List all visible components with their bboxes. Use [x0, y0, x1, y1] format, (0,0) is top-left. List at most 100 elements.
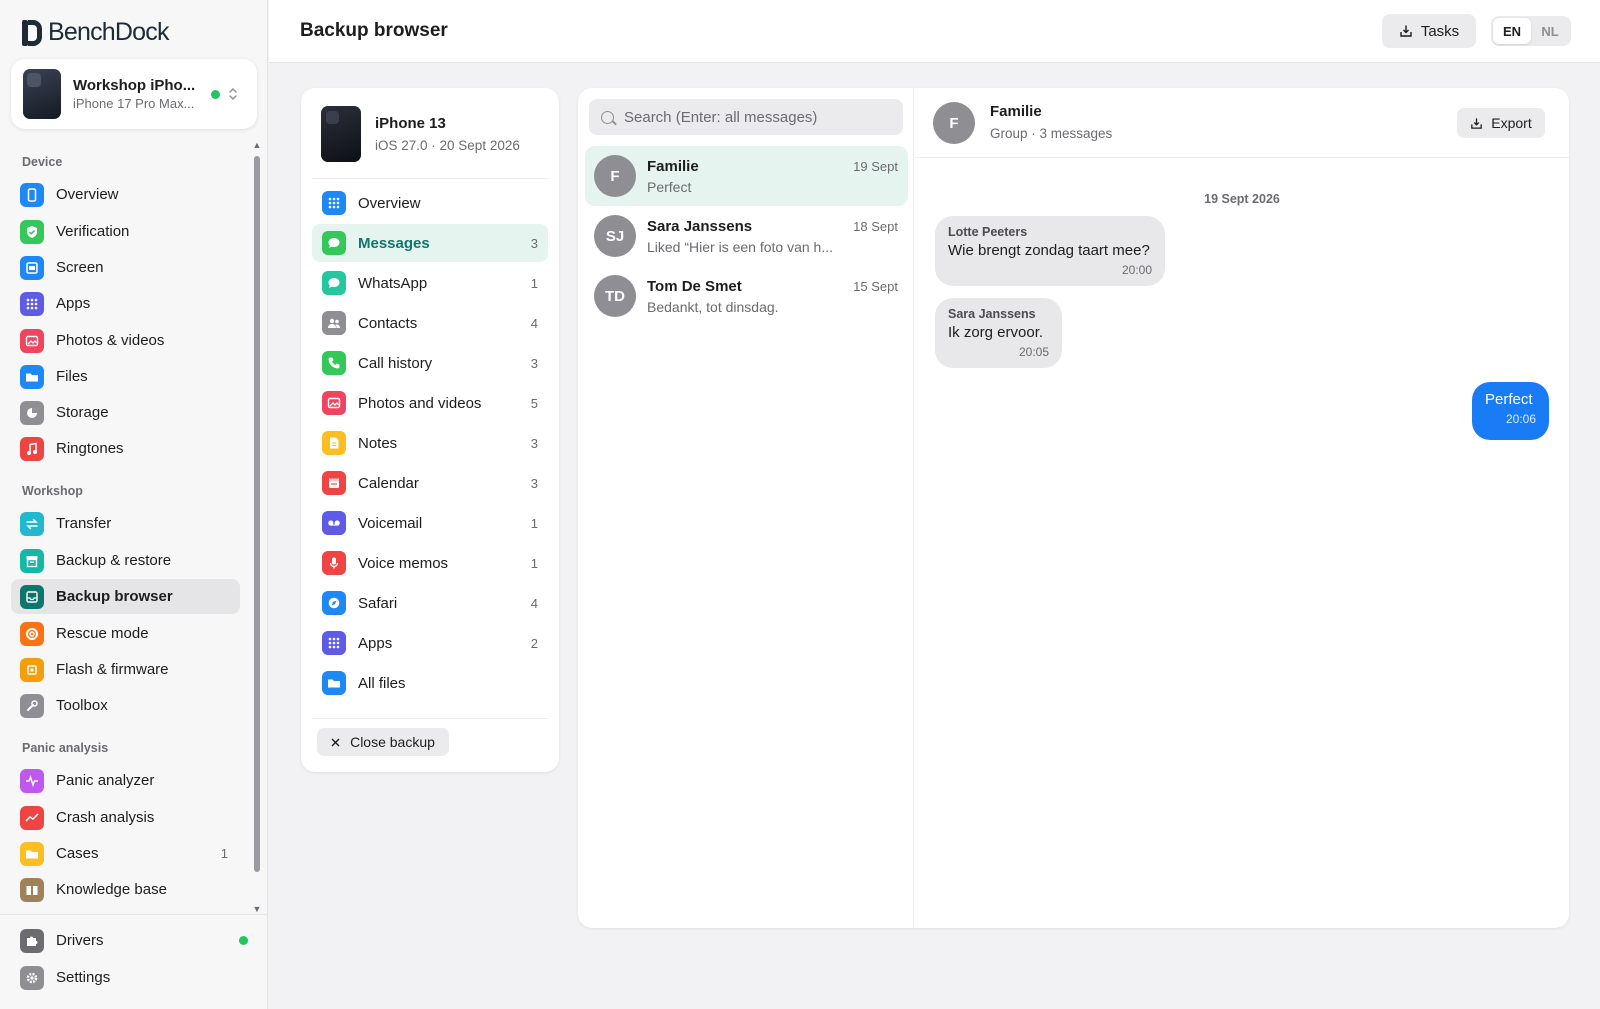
close-backup-button[interactable]: Close backup [317, 728, 449, 756]
thread-item-sara-janssens[interactable]: SJ Sara Janssens Liked “Hier is een foto… [585, 206, 908, 266]
sidebar-item-knowledge-base[interactable]: Knowledge base [11, 872, 240, 907]
message-bubble-incoming: Lotte Peeters Wie brengt zondag taart me… [935, 216, 1165, 286]
category-overview[interactable]: Overview [312, 184, 548, 222]
scroll-up-arrow-icon[interactable]: ▲ [252, 140, 262, 150]
chart-down-icon [20, 805, 44, 830]
lifebuoy-icon [20, 621, 44, 646]
category-count: 1 [530, 515, 538, 531]
message-text: Perfect [1485, 391, 1533, 408]
lang-en-button[interactable]: EN [1493, 18, 1531, 44]
sidebar-item-label: Rescue mode [56, 625, 149, 642]
thread-item-tom-de-smet[interactable]: TD Tom De Smet Bedankt, tot dinsdag. 15 … [585, 266, 908, 326]
conversation-avatar: F [933, 102, 975, 144]
sidebar-item-flash-firmware[interactable]: Flash & firmware [11, 652, 240, 687]
sidebar-item-toolbox[interactable]: Toolbox [11, 688, 240, 723]
sidebar-item-storage[interactable]: Storage [11, 395, 240, 430]
mic-icon [322, 551, 346, 575]
category-safari[interactable]: Safari 4 [312, 584, 548, 622]
phone-icon [20, 182, 44, 207]
message-text: Wie brengt zondag taart mee? [948, 242, 1150, 259]
device-name: Workshop iPho... [73, 77, 196, 94]
category-count: 2 [530, 635, 538, 651]
category-count: 3 [530, 435, 538, 451]
sidebar-item-verification[interactable]: Verification [11, 214, 240, 249]
category-label: Contacts [358, 314, 418, 332]
sidebar-item-drivers[interactable]: Drivers [11, 923, 248, 958]
sidebar-item-panic-analyzer[interactable]: Panic analyzer [11, 763, 240, 798]
sidebar-item-apps[interactable]: Apps [11, 286, 240, 321]
sidebar-item-photos-videos[interactable]: Photos & videos [11, 323, 240, 358]
scroll-down-arrow-icon[interactable]: ▼ [252, 904, 262, 914]
sidebar-item-settings[interactable]: Settings [11, 960, 240, 995]
sidebar-item-label: Cases [56, 845, 99, 862]
sidebar-item-backup-restore[interactable]: Backup & restore [11, 543, 240, 578]
sidebar-scrollbar[interactable]: ▲ ▼ [252, 140, 262, 914]
note-icon [322, 431, 346, 455]
voicemail-icon [322, 511, 346, 535]
search-input[interactable] [624, 108, 894, 126]
category-notes[interactable]: Notes 3 [312, 424, 548, 462]
message-bubble-incoming: Sara Janssens Ik zorg ervoor. 20:05 [935, 298, 1062, 368]
message-icon [322, 231, 346, 255]
sidebar-item-screen[interactable]: Screen [11, 250, 240, 285]
category-voicemail[interactable]: Voicemail 1 [312, 504, 548, 542]
divider [312, 718, 548, 719]
category-apps[interactable]: Apps 2 [312, 624, 548, 662]
category-calendar[interactable]: Calendar 3 [312, 464, 548, 502]
sidebar-item-transfer[interactable]: Transfer [11, 506, 240, 541]
sidebar-item-label: Backup & restore [56, 552, 172, 569]
search-icon [601, 110, 614, 124]
lang-nl-button[interactable]: NL [1531, 18, 1569, 44]
sidebar-nav: Device Overview Verification Screen Apps… [0, 140, 268, 914]
category-label: Overview [358, 194, 421, 212]
sidebar-item-label: Verification [56, 223, 130, 240]
category-count: 3 [530, 475, 538, 491]
chip-icon [20, 657, 44, 682]
archive-icon [20, 548, 44, 573]
thread-item-familie[interactable]: F Familie Perfect 19 Sept [585, 146, 908, 206]
message-sender: Sara Janssens [948, 307, 1036, 321]
sidebar-item-backup-browser[interactable]: Backup browser [11, 579, 240, 614]
message-time: 20:06 [1505, 412, 1536, 426]
sidebar-item-files[interactable]: Files [11, 359, 240, 394]
device-selector[interactable]: Workshop iPho... iPhone 17 Pro Max... [11, 59, 257, 129]
avatar: TD [594, 275, 636, 317]
sidebar-item-ringtones[interactable]: Ringtones [11, 431, 240, 466]
category-all-files[interactable]: All files [312, 664, 548, 702]
close-backup-label: Close backup [350, 734, 435, 750]
compass-icon [322, 591, 346, 615]
app-logo: BenchDock [22, 18, 169, 47]
sidebar-item-rescue-mode[interactable]: Rescue mode [11, 616, 240, 651]
conversation-header: F Familie Group · 3 messages Export [915, 88, 1569, 158]
category-label: Calendar [358, 474, 419, 492]
category-count: 4 [530, 595, 538, 611]
sidebar-item-label: Settings [56, 969, 111, 986]
sidebar-item-overview[interactable]: Overview [11, 177, 240, 212]
category-count: 4 [530, 315, 538, 331]
backup-category-panel: iPhone 13 iOS 27.0 · 20 Sept 2026 Overvi… [301, 88, 559, 772]
sidebar-item-cases[interactable]: Cases 1 [11, 836, 240, 871]
tasks-button[interactable]: Tasks [1382, 14, 1476, 48]
category-label: Notes [358, 434, 398, 452]
category-messages[interactable]: Messages 3 [312, 224, 548, 262]
conversation-view: F Familie Group · 3 messages Export 19 S… [915, 88, 1569, 928]
export-button[interactable]: Export [1457, 108, 1545, 138]
category-photos-and-videos[interactable]: Photos and videos 5 [312, 384, 548, 422]
thread-name: Sara Janssens [647, 217, 753, 235]
category-contacts[interactable]: Contacts 4 [312, 304, 548, 342]
category-label: Apps [358, 634, 393, 652]
photo-icon [322, 391, 346, 415]
category-whatsapp[interactable]: WhatsApp 1 [312, 264, 548, 302]
thread-date: 18 Sept [853, 219, 898, 234]
thread-date: 15 Sept [853, 279, 898, 294]
category-voice-memos[interactable]: Voice memos 1 [312, 544, 548, 582]
download-tray-icon [1399, 24, 1413, 38]
drivers-status-dot [239, 936, 248, 945]
book-icon [20, 877, 44, 902]
category-label: All files [358, 674, 406, 692]
category-count: 3 [530, 355, 538, 371]
message-search[interactable] [589, 99, 903, 135]
sidebar-item-crash-analysis[interactable]: Crash analysis [11, 800, 240, 835]
category-call-history[interactable]: Call history 3 [312, 344, 548, 382]
scrollbar-thumb[interactable] [254, 156, 260, 872]
